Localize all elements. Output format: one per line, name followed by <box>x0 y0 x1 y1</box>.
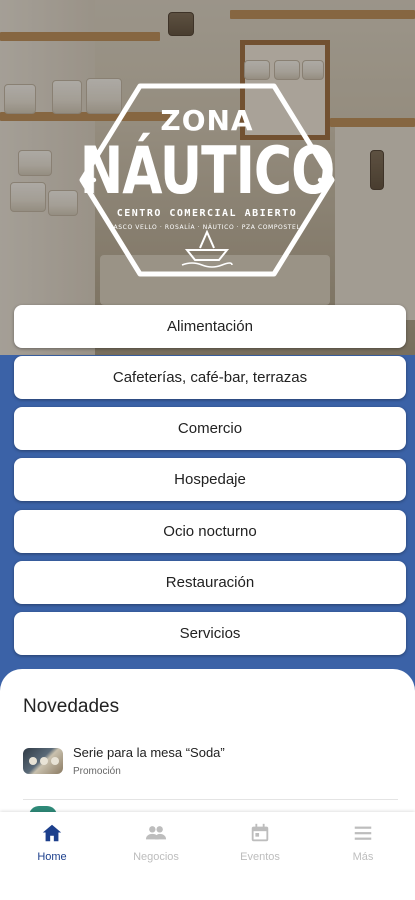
logo-subtitle: CENTRO COMERCIAL ABIERTO <box>116 208 298 219</box>
news-item-tag: Promoción <box>73 766 121 777</box>
home-icon <box>42 824 62 842</box>
nav-eventos[interactable]: Eventos <box>208 822 312 872</box>
news-list-item[interactable]: Serie para la mesa “Soda” Promoción <box>23 741 398 797</box>
news-thumbnail <box>23 748 63 774</box>
category-ocio-nocturno-button[interactable]: Ocio nocturno <box>14 510 406 553</box>
category-cafeterias-button[interactable]: Cafeterías, café-bar, terrazas <box>14 356 406 399</box>
calendar-icon <box>251 823 269 842</box>
news-section-title: Novedades <box>23 696 120 717</box>
nav-mas-label: Más <box>352 851 374 863</box>
nav-negocios-label: Negocios <box>133 851 179 863</box>
menu-icon <box>354 826 372 840</box>
category-comercio-button[interactable]: Comercio <box>14 407 406 450</box>
nav-home[interactable]: Home <box>0 822 104 872</box>
people-icon <box>145 826 167 840</box>
nav-mas[interactable]: Más <box>311 822 415 872</box>
app-screen: ZONA NÁUTICO CENTRO COMERCIAL ABIERTO CA… <box>0 0 415 900</box>
nav-home-label: Home <box>37 851 67 863</box>
bottom-navigation: Home Negocios Eventos Más <box>0 812 415 900</box>
zona-nautico-logo: ZONA NÁUTICO CENTRO COMERCIAL ABIERTO CA… <box>78 82 336 278</box>
category-hospedaje-button[interactable]: Hospedaje <box>14 458 406 501</box>
logo-places: CASCO VELLO · ROSALÍA · NÁUTICO · PZA CO… <box>108 224 306 231</box>
news-item-title: Serie para la mesa “Soda” <box>73 745 225 760</box>
category-servicios-button[interactable]: Servicios <box>14 612 406 655</box>
nav-eventos-label: Eventos <box>240 851 280 863</box>
news-divider <box>23 799 398 800</box>
logo-word-top: ZONA <box>160 104 254 137</box>
category-restauracion-button[interactable]: Restauración <box>14 561 406 604</box>
category-alimentacion-button[interactable]: Alimentación <box>14 305 406 348</box>
logo-word-main: NÁUTICO <box>79 134 336 209</box>
nav-negocios[interactable]: Negocios <box>104 822 208 872</box>
